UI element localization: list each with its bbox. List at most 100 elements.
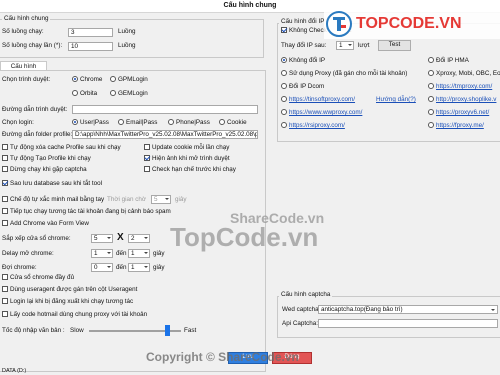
guide-link[interactable]: Hướng dẫn(?) [376, 96, 416, 104]
delay-label: Delay mở chrome: [2, 250, 54, 257]
option-full-window[interactable]: Cửa sổ chrome đầy đủ [2, 274, 74, 282]
checkbox-icon [2, 220, 8, 227]
web-captcha-label: Wed captcha: [282, 306, 321, 313]
ip-option[interactable]: https://tinsoftproxy.com/ [281, 96, 355, 104]
max-threads-label: Số luồng chạy lần (*): [2, 42, 63, 49]
option-backup-db[interactable]: Sao lưu database sau khi tắt tool [2, 180, 102, 188]
delay-from-spinner[interactable]: 1 [91, 249, 113, 258]
speed-slider-thumb[interactable] [165, 325, 171, 336]
radio-off-icon [72, 90, 78, 97]
radio-off-icon [281, 122, 287, 129]
option-relogin[interactable]: Login lại khi bị đăng xuất khi chạy tươn… [2, 298, 133, 306]
browser-option-orbita[interactable]: Orbita [72, 90, 97, 98]
topcode-logo-icon [326, 11, 352, 37]
checkbox-checked-icon [144, 155, 150, 162]
wait-label: Thời gian chờ [107, 196, 147, 203]
captcha-group-title: Cấu hình captcha [279, 291, 333, 299]
folder-input[interactable]: D:\app\Nhh\MaxTwitterPro_v25.02.08\MaxTw… [72, 130, 258, 139]
wait-from-spinner[interactable]: 0 [91, 263, 113, 272]
browser-path-input[interactable] [72, 105, 258, 114]
checkbox-icon [2, 196, 8, 203]
browser-option-gemlogin[interactable]: GEMLogin [110, 90, 148, 98]
login-type-userpass[interactable]: User|Pass [72, 119, 109, 127]
option-form-view[interactable]: Add Chrome vào Form View [2, 220, 89, 228]
wait-to-label: đến [116, 264, 127, 271]
arrange-x-label: X [117, 232, 124, 243]
ip-option[interactable]: Xproxy, Mobi, OBC, Eo [428, 70, 500, 78]
checkbox-icon [2, 144, 8, 151]
wait-chrome-label: Đợi chrome: [2, 264, 37, 271]
ip-group-title: Cấu hình đổi IP [279, 18, 327, 26]
topcode-logo-text: TOPCODE.VN [356, 15, 462, 32]
wait-to-spinner[interactable]: 1 [128, 263, 150, 272]
ip-option[interactable]: https://rsiproxy.com/ [281, 122, 345, 130]
api-captcha-input[interactable] [318, 319, 498, 328]
delay-to-label: đến [116, 250, 127, 257]
radio-off-icon [428, 57, 434, 64]
ip-option[interactable]: https://fproxy.me/ [428, 122, 484, 130]
radio-on-icon [281, 57, 287, 64]
checkbox-icon [2, 286, 8, 293]
arrange-rows-spinner[interactable]: 2 [128, 234, 150, 243]
browser-option-gpmlogin[interactable]: GPMLogin [110, 76, 148, 84]
radio-off-icon [110, 90, 116, 97]
folder-label: Đường dẫn folder profile: [2, 131, 73, 138]
ip-option[interactable]: Sử dụng Proxy (đã gán cho mỗi tài khoản) [281, 70, 407, 78]
option-stop-captcha[interactable]: Dừng chạy khi gặp captcha [2, 166, 87, 174]
option-show-images[interactable]: Hiện ảnh khi mở trình duyệt [144, 155, 230, 163]
ip-option[interactable]: Không đổi IP [281, 57, 325, 65]
option-hotmail-proxy[interactable]: Lấy code hotmail dùng chung proxy với tà… [2, 311, 147, 319]
delay-unit: giây [153, 250, 165, 257]
checkbox-checked-icon [281, 27, 287, 34]
ip-option[interactable]: https://www.wwproxy.com/ [281, 109, 362, 117]
topcode-logo: TOPCODE.VN [324, 9, 500, 39]
radio-off-icon [281, 109, 287, 116]
login-type-cookie[interactable]: Cookie [219, 119, 247, 127]
delay-to-spinner[interactable]: 1 [128, 249, 150, 258]
captcha-group [277, 296, 500, 338]
arrange-cols-spinner[interactable]: 5 [91, 234, 113, 243]
login-type-phonepass[interactable]: Phone|Pass [168, 119, 210, 127]
radio-on-icon [72, 119, 78, 126]
change-after-spinner[interactable]: 1 [336, 41, 354, 50]
ip-option[interactable]: Đổi IP Dcom [281, 83, 324, 91]
wait-chrome-unit: giây [153, 264, 165, 271]
test-ip-button[interactable]: Test [378, 40, 411, 51]
speed-slow-label: Slow [70, 327, 84, 334]
option-manual-mail[interactable]: Chế độ tự xắc minh mail bằng tay [2, 196, 104, 204]
option-useragent[interactable]: Dùng useragent được gán trên cột Userage… [2, 286, 137, 294]
threads-input[interactable]: 3 [68, 28, 113, 37]
option-check-limit[interactable]: Check hạn chế trước khi chạy [144, 166, 236, 174]
speed-fast-label: Fast [184, 327, 197, 334]
browser-option-chrome[interactable]: Chrome [72, 76, 102, 84]
option-update-cookie[interactable]: Update cookie mỗi lần chạy [144, 144, 229, 152]
ip-option[interactable]: https://tmproxy.com/ [428, 83, 492, 91]
web-captcha-select[interactable]: anticaptcha.top(Đang bảo trì) [318, 305, 498, 314]
general-group [0, 19, 264, 58]
speed-label: Tốc độ nhập văn bản : [2, 327, 65, 334]
radio-off-icon [428, 83, 434, 90]
general-group-title: Cấu hình chung [2, 15, 51, 23]
radio-off-icon [219, 119, 225, 126]
browser-path-label: Đường dẫn trình duyệt: [2, 106, 68, 113]
ip-option[interactable]: http://proxy.shoplike.v [428, 96, 496, 104]
radio-off-icon [428, 122, 434, 129]
radio-on-icon [72, 76, 78, 83]
option-continue-spam[interactable]: Tiếp tục chạy tương tác tài khoản đang b… [2, 208, 171, 216]
option-clear-cache[interactable]: Tự động xóa cache Profile sau khi chạy [2, 144, 121, 152]
radio-off-icon [110, 76, 116, 83]
arrange-label: Sắp xếp cửa sổ chrome: [2, 235, 71, 242]
option-auto-profile[interactable]: Tự động Tạo Profile khi chạy [2, 155, 91, 163]
wait-spinner[interactable]: 5 [151, 195, 171, 204]
checkbox-icon [2, 155, 8, 162]
radio-off-icon [428, 70, 434, 77]
ip-option[interactable]: https://proxyv6.net/ [428, 109, 489, 117]
radio-off-icon [428, 109, 434, 116]
checkbox-icon [2, 166, 8, 173]
ip-option[interactable]: Đổi IP HMA [428, 57, 469, 65]
threads-label: Số luồng chạy: [2, 28, 44, 35]
login-type-emailpass[interactable]: Email|Pass [118, 119, 157, 127]
max-threads-input[interactable]: 10 [68, 42, 113, 51]
change-after-label: Thay đổi IP sau: [281, 42, 327, 49]
max-threads-unit: Luồng [118, 42, 136, 49]
